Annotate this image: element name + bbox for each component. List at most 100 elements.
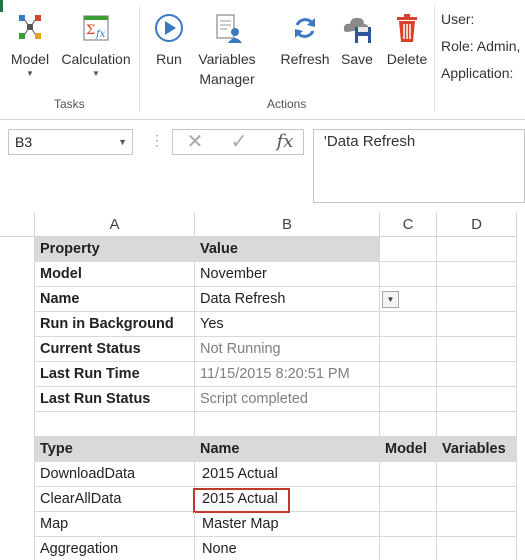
empty-cell[interactable]: [195, 412, 380, 437]
variables-manager-button[interactable]: Variables Manager: [193, 12, 261, 89]
empty-cell[interactable]: [380, 487, 437, 512]
svg-text:Σ: Σ: [86, 23, 95, 38]
model-icon: [19, 15, 41, 39]
app-accent-strip: [0, 0, 3, 12]
empty-cell[interactable]: [380, 362, 437, 387]
empty-cell[interactable]: [437, 237, 517, 262]
refresh-label: Refresh: [280, 51, 330, 67]
save-button[interactable]: Save: [337, 12, 377, 69]
step-type-cell[interactable]: Aggregation: [35, 537, 195, 560]
selected-cell-outline: [193, 488, 290, 513]
empty-cell[interactable]: [437, 362, 517, 387]
empty-cell[interactable]: [437, 537, 517, 560]
property-cell[interactable]: Model: [35, 262, 195, 287]
select-all-corner[interactable]: [0, 212, 35, 237]
run-button[interactable]: Run: [150, 12, 188, 69]
property-cell[interactable]: Last Run Time: [35, 362, 195, 387]
formula-buttons: ✕ ✓ fx: [172, 129, 304, 155]
step-name-cell[interactable]: 2015 Actual: [195, 462, 380, 487]
user-info: User:: [441, 11, 475, 27]
empty-cell[interactable]: [437, 512, 517, 537]
empty-cell[interactable]: [437, 487, 517, 512]
run-label: Run: [156, 51, 182, 67]
column-header-b[interactable]: B: [195, 212, 380, 237]
value-cell[interactable]: Yes: [195, 312, 380, 337]
step-type-cell[interactable]: Map: [35, 512, 195, 537]
play-icon: [155, 14, 183, 42]
tasks-group-label: Tasks: [54, 97, 85, 111]
group-divider: [139, 6, 140, 112]
empty-cell[interactable]: [380, 337, 437, 362]
calculation-button[interactable]: Σ fx Calculation ▼: [58, 12, 134, 79]
value-cell[interactable]: Script completed: [195, 387, 380, 412]
model-label: Model: [10, 51, 50, 67]
chevron-down-icon[interactable]: ▼: [118, 130, 127, 154]
insert-function-icon[interactable]: fx: [267, 131, 303, 153]
type-header[interactable]: Type: [35, 437, 195, 462]
empty-cell[interactable]: [380, 262, 437, 287]
name-header[interactable]: Name: [195, 437, 380, 462]
application-info: Application:: [441, 65, 514, 81]
model-header[interactable]: Model: [380, 437, 437, 462]
chevron-down-icon: ▼: [92, 69, 100, 78]
spreadsheet-grid: A B C D Property Value Model November Na…: [0, 212, 525, 560]
calculation-label: Calculation: [61, 51, 131, 67]
role-info: Role: Admin,: [441, 38, 521, 54]
chevron-down-icon: ▼: [26, 69, 34, 78]
formula-input[interactable]: 'Data Refresh: [313, 129, 525, 203]
calculation-icon: Σ fx: [83, 15, 109, 41]
variables-manager-label-line2: Manager: [199, 71, 255, 87]
value-cell[interactable]: Not Running: [195, 337, 380, 362]
name-box[interactable]: B3 ▼: [8, 129, 133, 155]
step-name-cell[interactable]: Master Map: [195, 512, 380, 537]
value-cell[interactable]: Data Refresh: [195, 287, 380, 312]
save-label: Save: [341, 51, 373, 67]
name-box-value: B3: [15, 134, 33, 150]
drag-handle-icon[interactable]: ⋮: [150, 132, 164, 149]
empty-cell[interactable]: [437, 262, 517, 287]
delete-button[interactable]: Delete: [383, 12, 431, 69]
cloud-save-icon: [343, 17, 371, 43]
empty-cell[interactable]: [380, 412, 437, 437]
column-header-d[interactable]: D: [437, 212, 517, 237]
confirm-icon[interactable]: ✓: [221, 131, 257, 153]
delete-label: Delete: [386, 51, 428, 67]
step-type-cell[interactable]: DownloadData: [35, 462, 195, 487]
empty-cell[interactable]: [380, 537, 437, 560]
empty-cell[interactable]: [437, 337, 517, 362]
empty-cell[interactable]: [380, 312, 437, 337]
step-type-cell[interactable]: ClearAllData: [35, 487, 195, 512]
property-header[interactable]: Property: [35, 237, 195, 262]
svg-text:fx: fx: [95, 29, 106, 40]
empty-cell[interactable]: [437, 312, 517, 337]
model-button[interactable]: Model ▼: [6, 12, 54, 79]
empty-cell[interactable]: [380, 512, 437, 537]
variables-header[interactable]: Variables: [437, 437, 517, 462]
group-divider: [434, 6, 435, 112]
empty-cell[interactable]: [35, 412, 195, 437]
empty-cell[interactable]: [380, 462, 437, 487]
property-cell[interactable]: Name: [35, 287, 195, 312]
value-header[interactable]: Value: [195, 237, 380, 262]
refresh-icon: [295, 18, 315, 38]
value-cell[interactable]: November: [195, 262, 380, 287]
property-cell[interactable]: Run in Background: [35, 312, 195, 337]
empty-cell[interactable]: [437, 387, 517, 412]
dropdown-arrow-icon[interactable]: ▼: [382, 291, 399, 308]
row-header-gutter: [0, 237, 35, 560]
actions-group-label: Actions: [267, 97, 307, 111]
empty-cell[interactable]: [437, 462, 517, 487]
property-cell[interactable]: Last Run Status: [35, 387, 195, 412]
step-name-cell[interactable]: None: [195, 537, 380, 560]
empty-cell[interactable]: [437, 412, 517, 437]
property-cell[interactable]: Current Status: [35, 337, 195, 362]
column-header-a[interactable]: A: [35, 212, 195, 237]
value-cell[interactable]: 11/15/2015 8:20:51 PM: [195, 362, 380, 387]
variables-manager-label-line1: Variables: [198, 51, 256, 67]
empty-cell[interactable]: [437, 287, 517, 312]
empty-cell[interactable]: [380, 237, 437, 262]
column-header-c[interactable]: C: [380, 212, 437, 237]
refresh-button[interactable]: Refresh: [277, 12, 333, 69]
cancel-icon[interactable]: ✕: [177, 131, 213, 153]
empty-cell[interactable]: [380, 387, 437, 412]
